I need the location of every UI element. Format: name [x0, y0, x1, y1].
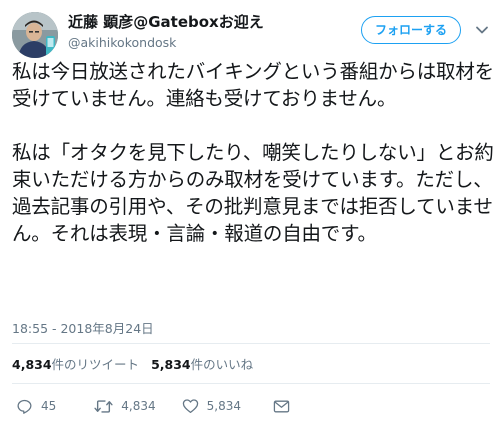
likes-stat-label: 件のいいね	[190, 357, 254, 372]
author-display-name[interactable]: 近藤 顕彦@Gateboxお迎え	[68, 12, 264, 32]
tweet-paragraph: 私は今日放送されたバイキングという番組からは取材を受けていません。連絡も受けてお…	[12, 60, 494, 110]
direct-message-button[interactable]	[273, 399, 290, 414]
retweet-count: 4,834	[121, 399, 156, 413]
retweets-stat-count: 4,834	[12, 357, 52, 372]
like-icon	[182, 399, 198, 414]
like-count: 5,834	[206, 399, 241, 413]
tweet-text: 私は今日放送されたバイキングという番組からは取材を受けていません。連絡も受けてお…	[12, 58, 494, 247]
avatar[interactable]	[12, 12, 58, 58]
tweet-actions: 45 4,834 5,834	[12, 396, 290, 416]
retweet-icon	[94, 399, 113, 413]
divider	[12, 343, 490, 344]
author-handle[interactable]: @akihikokondosk	[68, 34, 264, 52]
direct-message-icon	[273, 400, 290, 412]
reply-icon	[17, 399, 32, 414]
likes-stat[interactable]: 5,834件のいいね	[151, 357, 253, 372]
tweet-paragraph: 私は「オタクを見下したり、嘲笑したりしない」とお約束いただける方からのみ取材を受…	[12, 141, 494, 245]
follow-button[interactable]: フォローする	[361, 16, 461, 44]
chevron-down-icon[interactable]	[474, 22, 490, 38]
retweets-stat-label: 件のリツイート	[51, 357, 140, 372]
reply-button[interactable]: 45	[16, 398, 56, 415]
likes-stat-count: 5,834	[151, 357, 191, 372]
tweet-stats: 4,834件のリツイート 5,834件のいいね	[12, 354, 253, 373]
divider	[12, 383, 490, 384]
tweet-card: 近藤 顕彦@Gateboxお迎え @akihikokondosk フォローする …	[0, 0, 500, 428]
retweets-stat[interactable]: 4,834件のリツイート	[12, 357, 139, 372]
reply-count: 45	[41, 399, 57, 413]
retweet-button[interactable]: 4,834	[94, 398, 156, 415]
avatar-image	[12, 12, 58, 58]
tweet-timestamp[interactable]: 18:55 - 2018年8月24日	[12, 318, 154, 337]
author-info[interactable]: 近藤 顕彦@Gateboxお迎え @akihikokondosk	[68, 12, 264, 52]
like-button[interactable]: 5,834	[182, 398, 241, 414]
